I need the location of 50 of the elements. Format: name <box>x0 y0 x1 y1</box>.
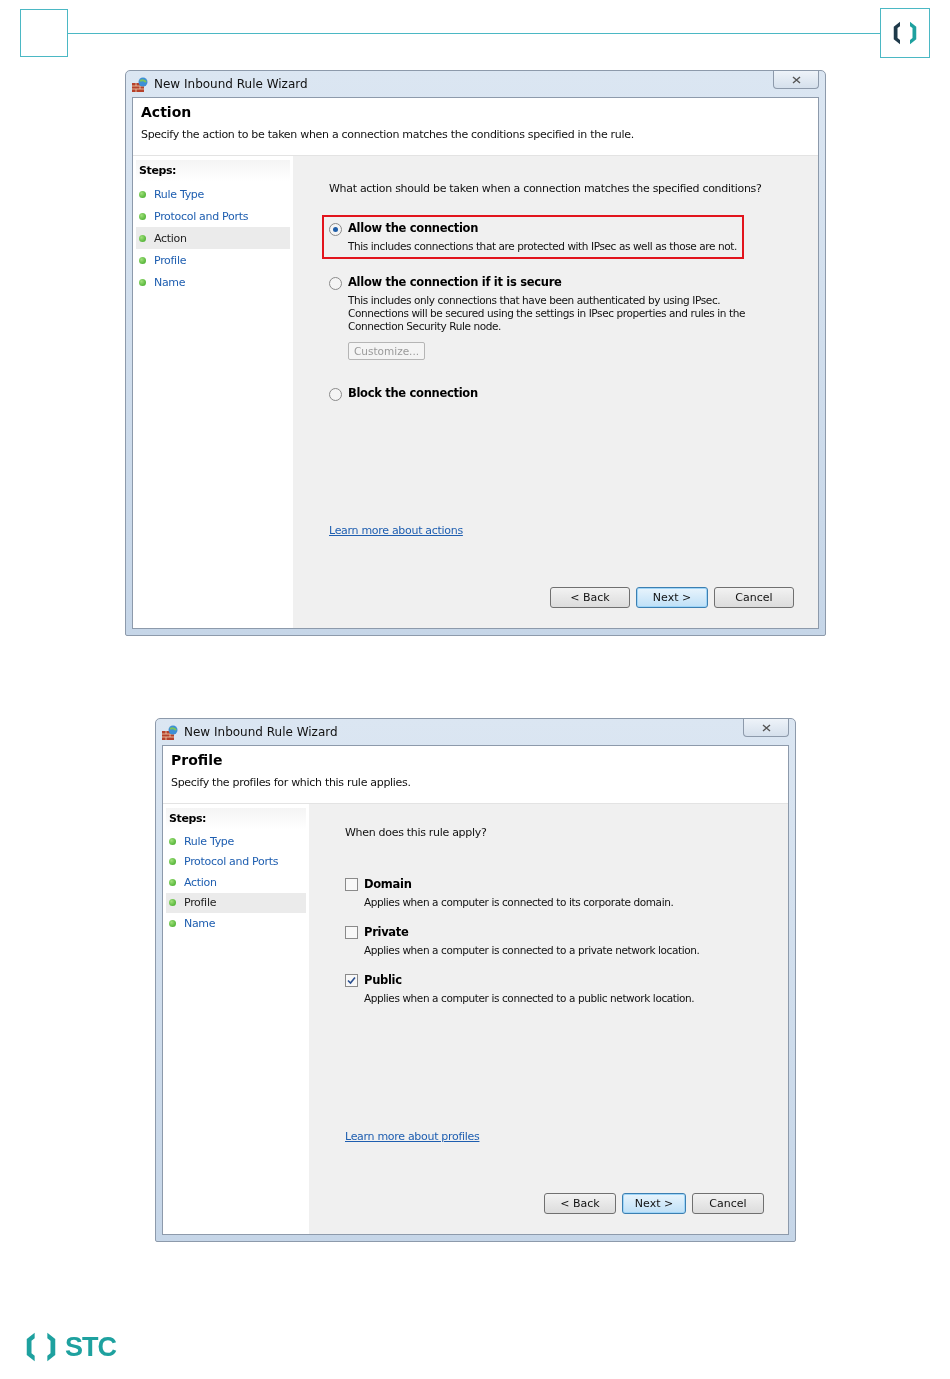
option-label: Allow the connection if it is secure <box>348 275 563 289</box>
close-button[interactable] <box>773 71 819 89</box>
step-item[interactable]: Profile <box>136 249 290 271</box>
wizard-button[interactable]: < Back <box>550 587 630 608</box>
wizard-button[interactable]: Next > <box>622 1193 686 1214</box>
step-item[interactable]: Name <box>166 913 306 934</box>
option-label: Public <box>364 973 403 987</box>
wizard-button[interactable]: Cancel <box>714 587 794 608</box>
radio-button[interactable] <box>329 223 342 236</box>
window-title: New Inbound Rule Wizard <box>154 77 309 91</box>
question-text: What action should be taken when a connection matches the specified conditions? <box>329 182 763 195</box>
checkbox[interactable] <box>345 974 358 987</box>
option-description: Applies when a computer is connected to a public network location. <box>364 992 695 1005</box>
help-link[interactable]: Learn more about profiles <box>345 1130 480 1143</box>
option-label: Block the connection <box>348 386 478 400</box>
checkbox[interactable] <box>345 926 358 939</box>
firewall-icon <box>162 724 178 740</box>
close-icon <box>791 75 801 84</box>
step-item[interactable]: Rule Type <box>166 831 306 852</box>
brand-name: STC <box>65 1331 116 1363</box>
close-icon <box>761 723 771 732</box>
option-label: Allow the connection <box>348 221 480 235</box>
wizard-button[interactable]: Cancel <box>692 1193 764 1214</box>
radio-button[interactable] <box>329 388 342 401</box>
option-description: This includes only connections that have been authenticated by using IPsec. Connections will be secured using the settings in IPsec properties and rules in the Connection Security Rule node. <box>348 294 747 333</box>
step-item[interactable]: Name <box>136 271 290 293</box>
wizard-button[interactable]: < Back <box>544 1193 616 1214</box>
window-title: New Inbound Rule Wizard <box>184 725 339 739</box>
step-item[interactable]: Protocol and Ports <box>136 205 290 227</box>
firewall-icon <box>132 76 148 92</box>
option-label: Private <box>364 925 410 939</box>
step-item[interactable]: Profile <box>166 892 306 913</box>
radio-button[interactable] <box>329 277 342 290</box>
step-item[interactable]: Action <box>136 227 290 249</box>
option-description: Applies when a computer is connected to its corporate domain. <box>364 896 674 909</box>
step-item[interactable]: Protocol and Ports <box>166 851 306 872</box>
page-subtitle: Specify the profiles for which this rule applies. <box>171 776 412 789</box>
step-item[interactable]: Action <box>166 872 306 893</box>
close-button[interactable] <box>743 719 789 737</box>
page-subtitle: Specify the action to be taken when a connection matches the conditions specified in the rule. <box>141 128 635 141</box>
wizard-button[interactable]: Next > <box>636 587 708 608</box>
page-heading: Action <box>141 104 193 120</box>
option-label: Domain <box>364 877 413 891</box>
help-link[interactable]: Learn more about actions <box>329 524 463 537</box>
option-description: This includes connections that are protected with IPsec as well as those are not. <box>348 240 737 253</box>
question-text: When does this rule apply? <box>345 826 488 839</box>
checkbox[interactable] <box>345 878 358 891</box>
page-heading: Profile <box>171 752 224 768</box>
step-item[interactable]: Rule Type <box>136 183 290 205</box>
option-description: Applies when a computer is connected to a private network location. <box>364 944 700 957</box>
